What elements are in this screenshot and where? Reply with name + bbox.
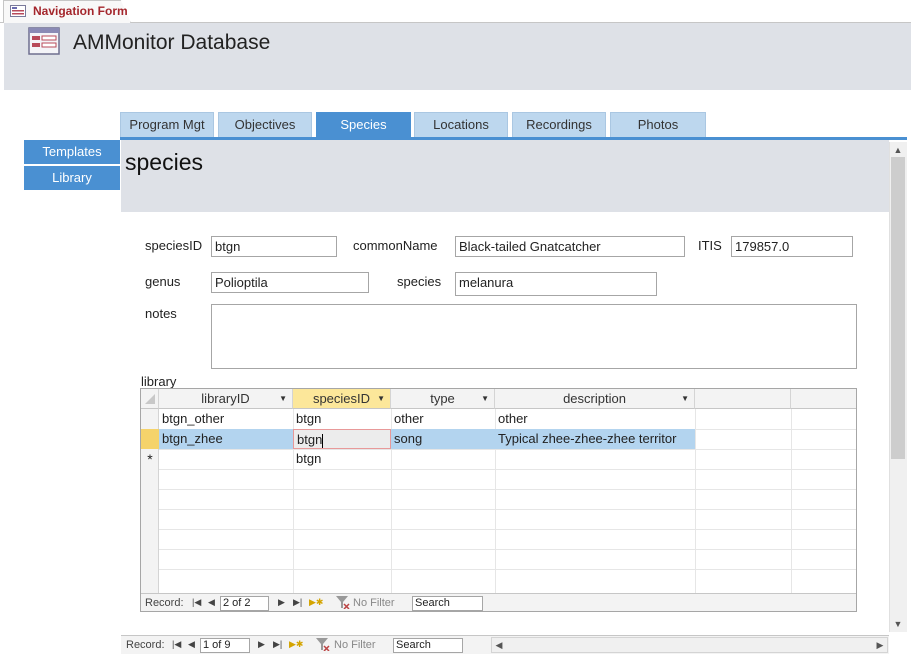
genus-field[interactable]: Polioptila: [211, 272, 369, 293]
cell-speciesid[interactable]: btgn: [293, 409, 391, 429]
grid-line: [159, 509, 856, 510]
select-all-corner[interactable]: [141, 389, 159, 409]
select-all-icon: [145, 394, 155, 404]
datasheet-search-input[interactable]: Search: [412, 596, 483, 611]
new-record-button-icon[interactable]: ▶✱: [289, 639, 303, 650]
notes-field[interactable]: [211, 304, 857, 369]
scrollbar-thumb[interactable]: [891, 157, 905, 459]
tab-objectives[interactable]: Objectives: [218, 112, 312, 137]
main-record-label: Record:: [126, 639, 165, 651]
tab-locations[interactable]: Locations: [414, 112, 508, 137]
navigation-form-tab-label: Navigation Form: [33, 4, 128, 18]
horizontal-scrollbar[interactable]: [491, 637, 888, 653]
scroll-left-icon[interactable]: ◀: [492, 638, 506, 652]
cell-libraryid[interactable]: btgn_zhee: [159, 429, 293, 449]
form-icon: [10, 5, 26, 17]
subform-header: [121, 140, 889, 212]
main-search-input[interactable]: Search: [393, 638, 463, 653]
side-nav-library[interactable]: Library: [24, 166, 120, 190]
grid-line: [159, 529, 856, 530]
tab-recordings[interactable]: Recordings: [512, 112, 606, 137]
scroll-up-icon[interactable]: ▲: [891, 143, 905, 157]
subform-title: species: [125, 149, 203, 175]
chevron-down-icon[interactable]: ▼: [481, 389, 489, 408]
new-record-icon[interactable]: *: [141, 449, 159, 469]
grid-line: [159, 569, 856, 570]
species-label: species: [397, 274, 442, 289]
scroll-right-icon[interactable]: ▶: [873, 638, 887, 652]
column-header-speciesid[interactable]: speciesID ▼: [293, 389, 391, 409]
grid-line: [159, 489, 856, 490]
column-header-empty: [791, 389, 856, 409]
text-cursor: [322, 433, 324, 448]
navigation-form-icon: [28, 27, 60, 55]
column-header-libraryid[interactable]: libraryID ▼: [159, 389, 293, 409]
column-header-label: speciesID: [312, 391, 371, 406]
chevron-down-icon[interactable]: ▼: [279, 389, 287, 408]
last-record-icon[interactable]: ▶|: [273, 639, 282, 650]
commonname-label: commonName: [353, 238, 438, 253]
column-header-label: type: [430, 391, 455, 406]
record-label: Record:: [145, 597, 184, 609]
column-header-type[interactable]: type ▼: [391, 389, 495, 409]
main-record-position-field[interactable]: 1 of 9: [200, 638, 250, 653]
cell-type[interactable]: other: [391, 409, 495, 429]
filter-icon: [316, 638, 330, 651]
grid-line: [159, 449, 856, 450]
tab-photos[interactable]: Photos: [610, 112, 706, 137]
new-record-button-icon[interactable]: ▶✱: [309, 597, 323, 608]
column-header-description[interactable]: description ▼: [495, 389, 695, 409]
filter-icon: [336, 596, 350, 609]
column-header-label: libraryID: [201, 391, 250, 406]
chevron-down-icon[interactable]: ▼: [377, 389, 385, 408]
species-field[interactable]: melanura: [455, 272, 657, 296]
itis-field[interactable]: 179857.0: [731, 236, 853, 257]
library-label: library: [141, 374, 177, 389]
database-title: AMMonitor Database: [73, 31, 271, 54]
cell-description[interactable]: other: [495, 409, 695, 429]
chevron-down-icon[interactable]: ▼: [681, 389, 689, 408]
speciesid-label: speciesID: [145, 238, 203, 253]
record-position-field[interactable]: 2 of 2: [220, 596, 269, 611]
notes-label: notes: [145, 306, 177, 321]
document-tab-strip: [0, 0, 911, 23]
cell-speciesid-text: btgn: [297, 432, 323, 447]
scroll-down-icon[interactable]: ▼: [891, 617, 905, 631]
main-no-filter-label[interactable]: No Filter: [334, 639, 376, 651]
first-record-icon[interactable]: |◀: [192, 597, 201, 608]
cell-libraryid[interactable]: btgn_other: [159, 409, 293, 429]
grid-line: [159, 549, 856, 550]
side-nav-templates[interactable]: Templates: [24, 140, 120, 164]
no-filter-label[interactable]: No Filter: [353, 597, 395, 609]
tab-program-mgt[interactable]: Program Mgt: [120, 112, 214, 137]
column-header-label: description: [563, 391, 626, 406]
next-record-icon[interactable]: ▶: [278, 597, 285, 608]
speciesid-field[interactable]: btgn: [211, 236, 337, 257]
previous-record-icon[interactable]: ◀: [188, 639, 195, 650]
cell-speciesid-active[interactable]: btgn: [293, 429, 391, 449]
itis-label: ITIS: [698, 238, 722, 253]
previous-record-icon[interactable]: ◀: [208, 597, 215, 608]
grid-line: [695, 409, 696, 593]
cell-speciesid-default[interactable]: btgn: [293, 449, 391, 469]
column-header-empty: [695, 389, 791, 409]
record-selector-current[interactable]: [141, 429, 159, 449]
tab-species[interactable]: Species: [316, 112, 411, 137]
first-record-icon[interactable]: |◀: [172, 639, 181, 650]
cell-type[interactable]: song: [391, 429, 495, 449]
grid-line: [791, 409, 792, 593]
cell-description[interactable]: Typical zhee-zhee-zhee territor: [495, 429, 695, 449]
genus-label: genus: [145, 274, 181, 289]
grid-line: [159, 469, 856, 470]
last-record-icon[interactable]: ▶|: [293, 597, 302, 608]
next-record-icon[interactable]: ▶: [258, 639, 265, 650]
commonname-field[interactable]: Black-tailed Gnatcatcher: [455, 236, 685, 257]
